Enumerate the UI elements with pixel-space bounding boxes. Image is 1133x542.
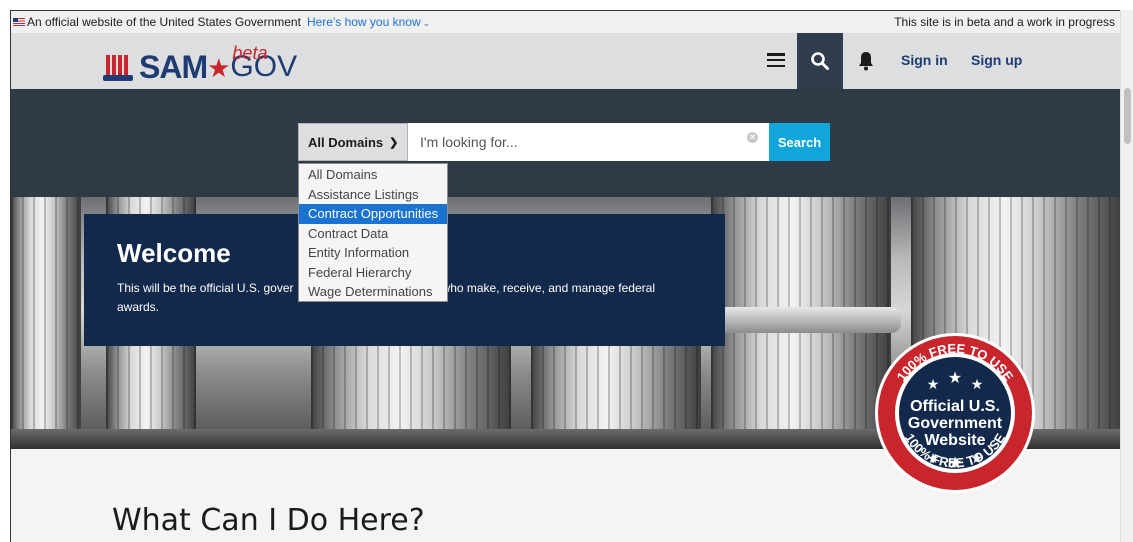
domain-select[interactable]: All Domains ❯: [298, 123, 408, 161]
svg-text:★: ★: [948, 455, 962, 472]
official-site-text: An official website of the United States…: [27, 15, 301, 29]
domain-option[interactable]: Entity Information: [299, 243, 447, 263]
domain-option[interactable]: Contract Data: [299, 224, 447, 244]
svg-text:★: ★: [971, 376, 984, 392]
domain-option[interactable]: All Domains: [299, 165, 447, 185]
logo-star-icon: ★: [207, 53, 231, 83]
sign-in-link[interactable]: Sign in: [901, 52, 948, 68]
hamburger-menu-icon[interactable]: [767, 51, 785, 69]
welcome-title: Welcome: [117, 238, 231, 268]
browser-viewport: An official website of the United States…: [10, 10, 1120, 542]
search-icon: [811, 52, 829, 70]
svg-text:★: ★: [927, 450, 940, 466]
logo-gov-text: beta GOV: [230, 43, 297, 83]
domain-option[interactable]: Federal Hierarchy: [299, 263, 447, 283]
sam-gov-logo[interactable]: SAM ★ beta GOV: [103, 41, 297, 83]
how-you-know-link[interactable]: Here's how you know ⌄: [307, 15, 430, 29]
scrollbar-thumb[interactable]: [1124, 88, 1131, 144]
gov-banner: An official website of the United States…: [11, 11, 1120, 33]
chevron-down-icon: ⌄: [422, 18, 431, 28]
domain-dropdown-list[interactable]: All Domains Assistance Listings Contract…: [298, 163, 448, 302]
search-input[interactable]: [408, 123, 769, 161]
uncle-sam-hat-icon: [103, 55, 133, 83]
seal-line-3: Website: [924, 432, 985, 449]
logo-sam-text: SAM: [139, 49, 208, 85]
domain-option[interactable]: Assistance Listings: [299, 185, 447, 205]
notifications-bell-icon[interactable]: [857, 50, 875, 72]
seal-line-2: Government: [908, 415, 1003, 432]
search-section: All Domains ❯ ✕ Search: [11, 89, 1120, 197]
chevron-down-icon: ❯: [389, 136, 399, 149]
svg-text:★: ★: [927, 376, 940, 392]
logo-beta-text: beta: [232, 43, 268, 63]
section-title: What Can I Do Here?: [112, 503, 425, 538]
sign-up-link[interactable]: Sign up: [971, 52, 1022, 68]
domain-option[interactable]: Wage Determinations: [299, 282, 447, 302]
svg-text:★: ★: [971, 450, 984, 466]
search-button[interactable]: Search: [769, 123, 830, 161]
us-flag-icon: [13, 18, 25, 26]
clear-search-icon[interactable]: ✕: [747, 132, 758, 143]
svg-text:★: ★: [948, 370, 962, 387]
domain-option-highlighted[interactable]: Contract Opportunities: [299, 204, 447, 224]
beta-notice: This site is in beta and a work in progr…: [894, 15, 1115, 29]
site-header: SAM ★ beta GOV Sign in Sign up: [11, 33, 1120, 89]
header-search-button[interactable]: [797, 33, 843, 89]
seal-line-1: Official U.S.: [910, 398, 1000, 415]
domain-select-value: All Domains: [308, 134, 384, 150]
page-scrollbar[interactable]: [1120, 10, 1133, 542]
official-website-seal: 100% FREE TO USE 100% FREE TO USE ★ ★ ★ …: [875, 333, 1035, 493]
